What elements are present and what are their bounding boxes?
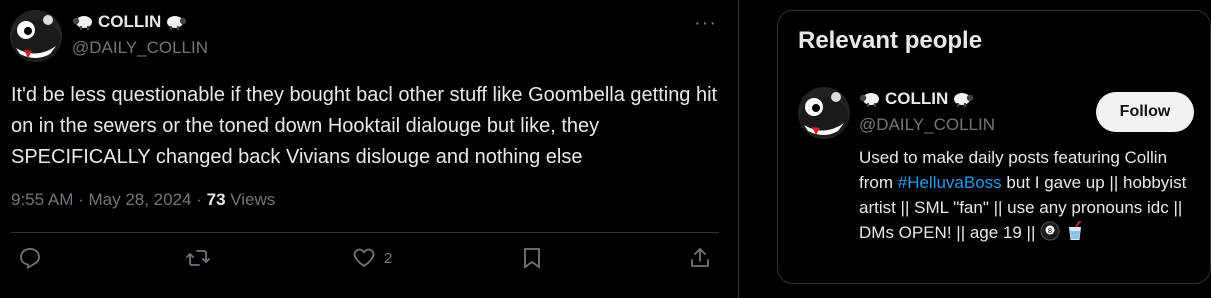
relevant-people-panel: Relevant people COLLIN @DAILY_COLLIN Fol… (777, 10, 1211, 284)
svg-text:8: 8 (1048, 227, 1052, 235)
like-button[interactable]: 2 (352, 246, 392, 270)
sheep-icon (72, 16, 92, 30)
cup-with-straw-icon (1068, 221, 1081, 240)
person-display-name-row[interactable]: COLLIN (859, 89, 974, 109)
divider (11, 232, 719, 233)
views-count: 73 (206, 190, 226, 209)
post-meta: 9:55 AM · May 28, 2024 · 73 Views (11, 190, 275, 210)
avatar-image (798, 87, 850, 139)
person-display-name: COLLIN (885, 89, 949, 108)
share-button[interactable] (688, 246, 712, 270)
follow-button[interactable]: Follow (1096, 92, 1194, 132)
avatar[interactable] (798, 87, 850, 139)
person-handle[interactable]: @DAILY_COLLIN (859, 115, 995, 135)
reply-button[interactable] (18, 246, 42, 270)
reply-icon (20, 248, 40, 270)
bookmark-icon (524, 248, 540, 269)
handle[interactable]: @DAILY_COLLIN (72, 38, 208, 58)
action-bar: 2 (0, 246, 739, 282)
views-label: Views (225, 190, 276, 209)
like-count: 2 (384, 249, 393, 267)
panel-title: Relevant people (798, 27, 983, 54)
repost-icon (186, 250, 210, 266)
share-icon (691, 248, 709, 267)
bookmark-button[interactable] (520, 246, 544, 270)
post-text: It'd be less questionable if they bought… (11, 84, 718, 168)
display-name: COLLIN (98, 12, 162, 31)
hashtag-link[interactable]: #HelluvaBoss (898, 173, 1002, 192)
avatar[interactable] (10, 10, 62, 62)
more-options-icon[interactable]: ··· (694, 12, 717, 35)
display-name-row[interactable]: COLLIN (72, 12, 187, 32)
avatar-image (10, 10, 62, 62)
repost-button[interactable] (186, 246, 210, 270)
sheep-icon (859, 93, 879, 107)
heart-icon (353, 248, 375, 268)
post-timestamp[interactable]: 9:55 AM · May 28, 2024 · (11, 190, 207, 209)
person-bio: Used to make daily posts featuring Colli… (859, 145, 1199, 245)
sheep-icon (167, 16, 187, 30)
post: COLLIN @DAILY_COLLIN ··· It'd be less qu… (0, 0, 739, 298)
eight-ball-icon: 8 (1040, 221, 1060, 241)
sheep-icon (954, 93, 974, 107)
